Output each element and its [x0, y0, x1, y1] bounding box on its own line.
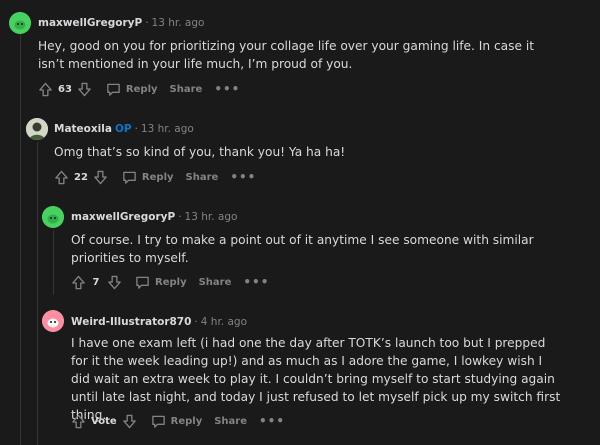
- comment-meta: maxwellGregoryP · 13 hr. ago: [38, 16, 204, 30]
- comment-actions: Vote Reply Share •••: [69, 411, 285, 431]
- user-avatar-icon: [26, 118, 48, 140]
- arrow-down-icon: [123, 414, 136, 428]
- comment-meta: maxwellGregoryP · 13 hr. ago: [71, 210, 237, 224]
- upvote-button[interactable]: [69, 273, 87, 291]
- author-name[interactable]: maxwellGregoryP: [38, 17, 142, 29]
- more-options-icon[interactable]: •••: [214, 82, 240, 96]
- downvote-button[interactable]: [92, 168, 110, 186]
- vote-score: 7: [92, 276, 100, 288]
- reply-button[interactable]: Reply: [135, 275, 187, 290]
- arrow-up-icon: [71, 414, 85, 428]
- share-label: Share: [169, 83, 203, 95]
- thread-line[interactable]: [37, 142, 38, 445]
- share-label: Share: [214, 415, 248, 427]
- separator-dot: ·: [145, 17, 149, 29]
- arrow-up-icon: [38, 82, 52, 96]
- downvote-button[interactable]: [105, 273, 123, 291]
- separator-dot: ·: [194, 316, 198, 328]
- downvote-button[interactable]: [76, 80, 94, 98]
- share-button[interactable]: Share: [199, 277, 232, 288]
- avatar[interactable]: [9, 12, 31, 34]
- comment-actions: 7 Reply Share •••: [69, 272, 269, 292]
- author-name[interactable]: maxwellGregoryP: [71, 211, 175, 223]
- snoo-avatar-icon: [42, 310, 64, 332]
- comment-meta: Weird-Illustrator870 · 4 hr. ago: [71, 315, 247, 329]
- share-label: Share: [185, 171, 219, 183]
- more-options-icon[interactable]: •••: [243, 275, 269, 289]
- comment-body: Hey, good on you for prioritizing your c…: [38, 39, 535, 71]
- more-options-icon[interactable]: •••: [230, 170, 256, 184]
- avatar[interactable]: [42, 310, 64, 332]
- reply-label: Reply: [170, 415, 203, 427]
- op-badge: OP: [114, 123, 132, 135]
- share-label: Share: [198, 276, 232, 288]
- separator-dot: ·: [134, 123, 138, 135]
- arrow-down-icon: [94, 170, 108, 184]
- snoo-avatar-icon: [42, 206, 64, 228]
- comment-bubble-icon: [107, 83, 120, 96]
- reply-label: Reply: [141, 171, 174, 183]
- downvote-button[interactable]: [121, 412, 139, 430]
- comment-body: Of course. I try to make a point out of …: [71, 233, 534, 265]
- reply-label: Reply: [155, 276, 187, 288]
- reply-label: Reply: [125, 83, 158, 95]
- thread-line[interactable]: [20, 34, 21, 445]
- upvote-button[interactable]: [36, 80, 54, 98]
- timestamp[interactable]: 4 hr. ago: [201, 316, 247, 328]
- share-button[interactable]: Share: [186, 172, 219, 183]
- share-button[interactable]: Share: [214, 416, 247, 427]
- author-name[interactable]: Weird-Illustrator870: [71, 316, 191, 328]
- vote-label: Vote: [91, 415, 117, 427]
- arrow-down-icon: [107, 275, 121, 289]
- timestamp[interactable]: 13 hr. ago: [185, 211, 238, 223]
- separator-dot: ·: [178, 211, 182, 223]
- comment-bubble-icon: [123, 171, 136, 184]
- reply-button[interactable]: Reply: [151, 414, 203, 429]
- comment-body: Omg that’s so kind of you, thank you! Ya…: [54, 145, 346, 159]
- comment-meta: Mateoxila OP · 13 hr. ago: [54, 122, 194, 136]
- arrow-up-icon: [54, 170, 68, 184]
- comment-bubble-icon: [136, 276, 149, 289]
- snoo-avatar-icon: [9, 12, 31, 34]
- share-button[interactable]: Share: [170, 84, 203, 95]
- arrow-down-icon: [78, 82, 92, 96]
- timestamp[interactable]: 13 hr. ago: [141, 123, 194, 135]
- timestamp[interactable]: 13 hr. ago: [152, 17, 205, 29]
- reply-button[interactable]: Reply: [122, 170, 174, 185]
- comment-bubble-icon: [151, 415, 165, 428]
- comment-actions: 63 Reply Share •••: [36, 79, 240, 99]
- author-name[interactable]: Mateoxila: [54, 123, 112, 135]
- vote-score: 63: [58, 83, 72, 95]
- avatar[interactable]: [26, 118, 48, 140]
- thread-line[interactable]: [53, 230, 54, 295]
- reply-button[interactable]: Reply: [106, 82, 158, 97]
- more-options-icon[interactable]: •••: [259, 414, 285, 428]
- upvote-button[interactable]: [69, 412, 87, 430]
- upvote-button[interactable]: [52, 168, 70, 186]
- vote-score: 22: [74, 171, 88, 183]
- arrow-up-icon: [71, 275, 85, 289]
- avatar[interactable]: [42, 206, 64, 228]
- comment-actions: 22 Reply Share •••: [52, 167, 256, 187]
